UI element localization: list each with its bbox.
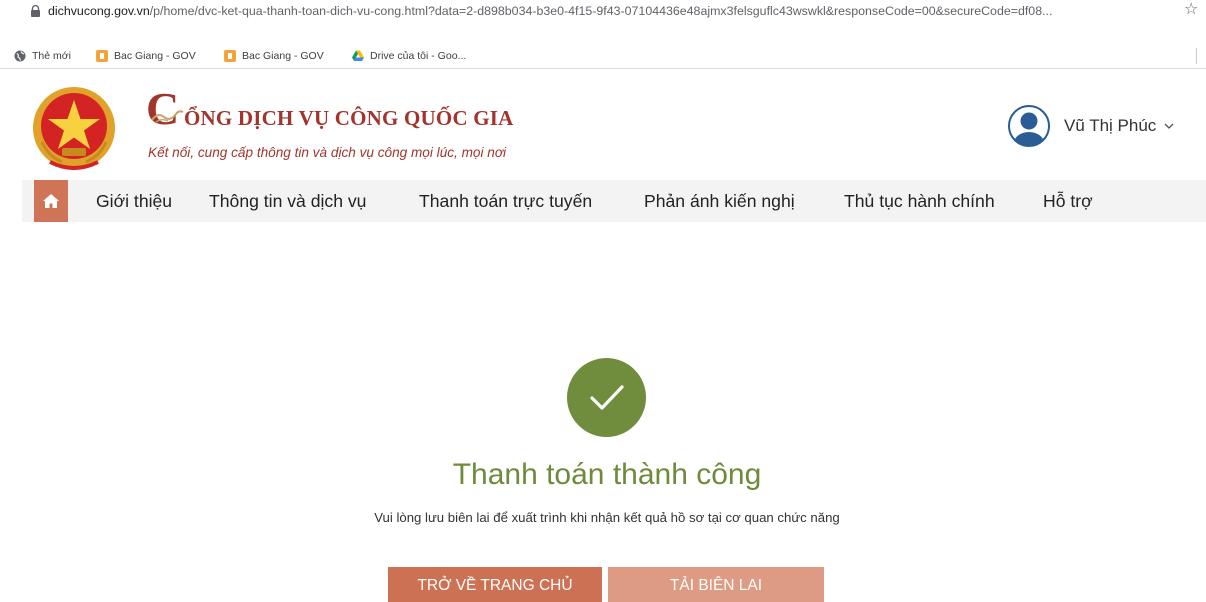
bookmark-label: Bac Giang - GOV (242, 50, 324, 62)
bookmark-item[interactable]: Bac Giang - GOV (96, 48, 196, 64)
payment-success-message: Vui lòng lưu biên lai để xuất trình khi … (374, 510, 840, 525)
chevron-down-icon (1164, 123, 1174, 129)
nav-item-thanh-toan-truc-tuyen[interactable]: Thanh toán trực tuyến (419, 180, 592, 222)
bookmark-item[interactable]: Drive của tôi - Goo... (352, 48, 466, 64)
address-url[interactable]: dichvucong.gov.vn/p/home/dvc-ket-qua-tha… (48, 3, 1168, 19)
url-host: dichvucong.gov.vn (48, 4, 150, 18)
site-slogan: Kết nối, cung cấp thông tin và dịch vụ c… (148, 145, 507, 160)
bookmark-label: Thẻ mới (32, 50, 71, 62)
bookmark-label: Bac Giang - GOV (114, 50, 196, 62)
bookmark-item[interactable]: Thẻ mới (14, 48, 71, 64)
nav-item-ho-tro[interactable]: Hỗ trợ (1043, 180, 1093, 222)
lock-icon (31, 5, 40, 17)
main-nav: Giới thiệu Thông tin và dịch vụ Thanh to… (22, 180, 1206, 222)
home-icon (43, 194, 59, 208)
bookmarks-divider (1196, 48, 1197, 64)
download-receipt-button[interactable]: TẢI BIÊN LAI (608, 567, 824, 602)
back-to-home-button[interactable]: TRỞ VỀ TRANG CHỦ (388, 567, 602, 602)
nav-item-thong-tin-dich-vu[interactable]: Thông tin và dịch vụ (209, 180, 366, 222)
bookmark-site-icon (224, 50, 236, 62)
bookmarks-bar: Thẻ mới Bac Giang - GOV Bac Giang - GOV … (0, 44, 1206, 69)
site-title-text: ỔNG DỊCH VỤ CÔNG QUỐC GIA (184, 106, 514, 130)
payment-success-title: Thanh toán thành công (452, 458, 762, 491)
national-emblem-icon (33, 87, 115, 170)
nav-item-thu-tuc-hanh-chinh[interactable]: Thủ tục hành chính (844, 180, 995, 222)
user-avatar-icon (1008, 105, 1050, 147)
user-menu[interactable]: Vũ Thị Phúc (1008, 105, 1174, 147)
bookmark-item[interactable]: Bac Giang - GOV (224, 48, 324, 64)
nav-home-button[interactable] (34, 180, 68, 222)
success-check-icon (567, 358, 646, 437)
user-name: Vũ Thị Phúc (1064, 116, 1157, 135)
nav-item-gioi-thieu[interactable]: Giới thiệu (96, 180, 172, 222)
dragon-ornament-icon (151, 110, 184, 123)
globe-icon (14, 50, 26, 62)
bookmark-label: Drive của tôi - Goo... (370, 50, 467, 62)
url-path: /p/home/dvc-ket-qua-thanh-toan-dich-vu-c… (149, 4, 1053, 18)
bookmark-site-icon (96, 50, 108, 62)
bookmark-star-icon[interactable]: ☆ (1184, 1, 1198, 19)
nav-item-phan-anh-kien-nghi[interactable]: Phản ánh kiến nghị (644, 180, 795, 222)
browser-address-bar[interactable]: dichvucong.gov.vn/p/home/dvc-ket-qua-tha… (0, 0, 1206, 22)
google-drive-icon (352, 50, 364, 61)
page: dichvucong.gov.vn/p/home/dvc-ket-qua-tha… (0, 0, 1206, 602)
